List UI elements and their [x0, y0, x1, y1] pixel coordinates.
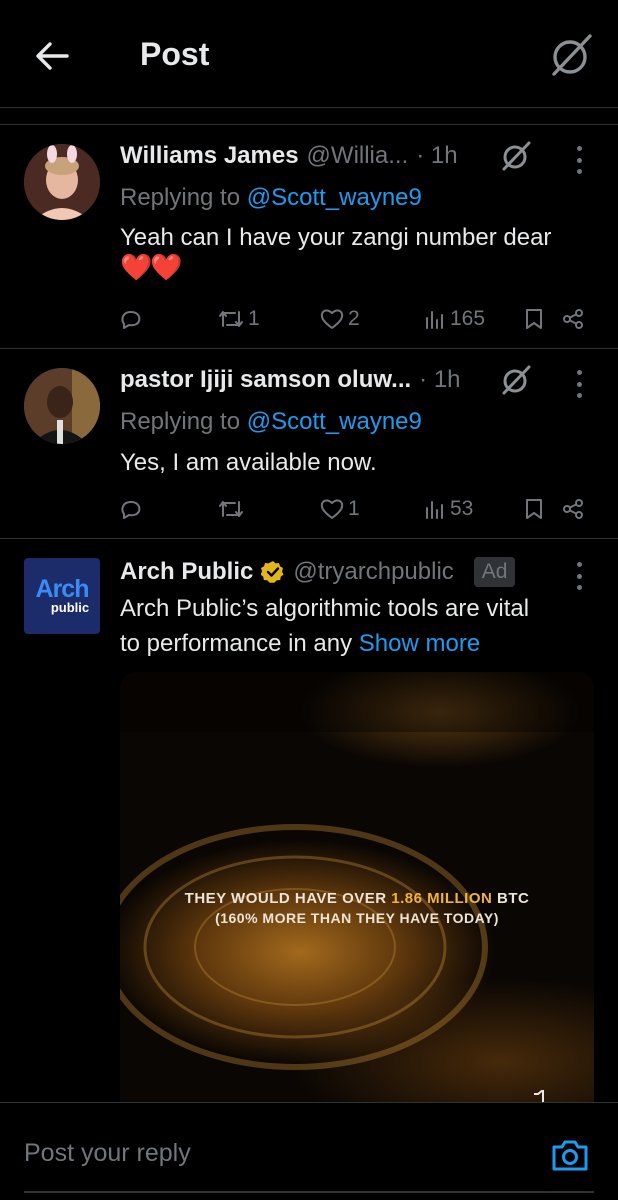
- like-button[interactable]: 1: [320, 494, 360, 524]
- more-options-icon[interactable]: [574, 370, 584, 398]
- mention-link[interactable]: @Scott_wayne9: [247, 184, 422, 211]
- bookmark-button[interactable]: [524, 304, 544, 334]
- ad-media[interactable]: THEY WOULD HAVE OVER 1.86 MILLION BTC (1…: [120, 672, 594, 1102]
- author-name[interactable]: Arch Public: [120, 558, 253, 586]
- bookmark-icon: [526, 499, 542, 519]
- repost-count: 1: [248, 307, 260, 330]
- like-count: 1: [348, 497, 360, 520]
- post-time: · 1h: [419, 366, 461, 393]
- reply-input[interactable]: Post your reply: [24, 1139, 191, 1168]
- share-button[interactable]: [562, 304, 584, 334]
- emoji-hearts: ❤️❤️: [120, 252, 183, 282]
- ad-badge: Ad: [473, 557, 516, 587]
- avatar[interactable]: [24, 368, 100, 444]
- post-text: Yes, I am available now.: [120, 449, 377, 476]
- replying-to: Replying to @Scott_wayne9: [120, 408, 422, 436]
- camera-icon[interactable]: [550, 1135, 590, 1175]
- show-more-link[interactable]: Show more: [359, 630, 480, 657]
- avatar-image: [24, 144, 100, 220]
- logo-subtext: public: [50, 600, 90, 615]
- media-caption-line1: THEY WOULD HAVE OVER 1.86 MILLION BTC: [120, 890, 594, 907]
- post-header: Williams James @Willia... · 1h: [120, 136, 618, 176]
- avatar-image: [24, 368, 100, 444]
- volume-icon[interactable]: [532, 1090, 552, 1102]
- more-options-icon[interactable]: [574, 562, 584, 590]
- bookmark-button[interactable]: [524, 494, 544, 524]
- action-bar: 1 53: [120, 494, 590, 524]
- bookmark-icon: [526, 309, 542, 329]
- caption-post: BTC: [492, 890, 530, 907]
- views-icon: [426, 311, 443, 329]
- mention-link[interactable]: @Scott_wayne9: [247, 408, 422, 435]
- share-icon: [563, 309, 583, 329]
- author-handle[interactable]: @tryarchpublic: [293, 558, 453, 586]
- caption-highlight: 1.86 MILLION: [391, 890, 493, 907]
- post-time: · 1h: [416, 142, 458, 169]
- top-bar: Post: [0, 0, 618, 108]
- divider: [0, 538, 618, 539]
- back-button[interactable]: [30, 34, 74, 78]
- replying-to: Replying to @Scott_wayne9: [120, 184, 422, 212]
- views-count: 165: [450, 307, 486, 330]
- heart-icon: [320, 499, 344, 519]
- logo-text: Arch: [35, 575, 90, 603]
- divider: [0, 348, 618, 349]
- author-name[interactable]: Williams James: [120, 142, 299, 170]
- author-name[interactable]: pastor Ijiji samson oluw...: [120, 366, 411, 394]
- views-count: 53: [450, 497, 474, 520]
- grok-icon[interactable]: [548, 32, 594, 78]
- grok-icon[interactable]: [500, 364, 532, 396]
- repost-button[interactable]: 1: [218, 304, 260, 334]
- author-handle[interactable]: @Willia...: [307, 142, 409, 170]
- repost-button[interactable]: [218, 494, 248, 524]
- grok-icon[interactable]: [500, 140, 532, 172]
- arrow-left-icon: [36, 42, 69, 70]
- heart-icon: [320, 309, 344, 329]
- verified-badge-icon: [261, 560, 285, 584]
- reply-icon: [121, 311, 141, 329]
- reply-button[interactable]: [120, 494, 146, 524]
- post-header: pastor Ijiji samson oluw... · 1h: [120, 360, 618, 400]
- divider: [0, 124, 618, 125]
- more-options-icon[interactable]: [574, 146, 584, 174]
- post-header: Arch Public @tryarchpublic Ad: [120, 552, 618, 592]
- reply-button[interactable]: [120, 304, 146, 334]
- replying-label: Replying to: [120, 184, 247, 211]
- views-icon: [426, 501, 443, 519]
- repost-icon: [219, 501, 243, 517]
- action-bar: 1 2 165: [120, 304, 590, 334]
- reply-composer: Post your reply: [0, 1102, 618, 1200]
- ad-text-line2: to performance in any Show more: [120, 627, 480, 661]
- ad-avatar[interactable]: Arch public: [24, 558, 100, 634]
- share-icon: [563, 499, 583, 519]
- composer-divider: [24, 1191, 594, 1193]
- caption-pre: THEY WOULD HAVE OVER: [184, 890, 392, 907]
- ad-text-line1: Arch Public’s algorithmic tools are vita…: [120, 595, 530, 622]
- repost-icon: [219, 311, 243, 327]
- share-button[interactable]: [562, 494, 584, 524]
- views-button[interactable]: 53: [424, 494, 473, 524]
- like-button[interactable]: 2: [320, 304, 360, 334]
- avatar[interactable]: [24, 144, 100, 220]
- like-count: 2: [348, 307, 360, 330]
- ad-text-line2-content: to performance in any: [120, 630, 359, 657]
- post-text: Yeah can I have your zangi number dear: [120, 224, 552, 251]
- page-title: Post: [140, 36, 210, 72]
- replying-label: Replying to: [120, 408, 247, 435]
- bitcoin-image: [120, 672, 594, 1070]
- reply-icon: [121, 501, 141, 519]
- media-caption-line2: (160% MORE THAN THEY HAVE TODAY): [215, 910, 499, 926]
- views-button[interactable]: 165: [424, 304, 485, 334]
